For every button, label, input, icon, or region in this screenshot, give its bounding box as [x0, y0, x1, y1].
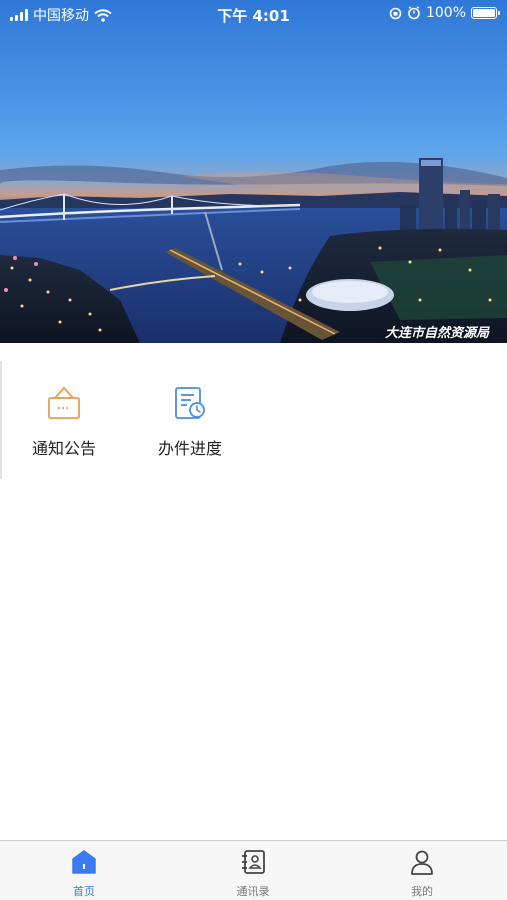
menu-item-notice[interactable]: 通知公告	[9, 385, 119, 459]
tab-bar: 首页 通讯录 我的	[0, 840, 507, 900]
tab-label-contacts: 通讯录	[236, 885, 270, 898]
progress-icon	[175, 387, 205, 419]
battery-percent: 100%	[425, 5, 466, 21]
menu-label-progress: 办件进度	[157, 439, 222, 458]
user-icon	[411, 850, 433, 875]
banner-image	[0, 0, 507, 343]
contacts-icon	[242, 850, 265, 874]
tab-label-home: 首页	[73, 885, 95, 898]
orientation-lock-icon	[389, 7, 402, 19]
tab-home[interactable]: 首页	[24, 848, 144, 899]
status-right: 100%	[389, 5, 500, 21]
banner-watermark: 大连市自然资源局	[384, 326, 489, 341]
menu-item-progress[interactable]: 办件进度	[135, 385, 245, 459]
notice-icon	[48, 387, 80, 419]
status-bar: 中国移动 下午 4:01 100%	[0, 0, 507, 28]
tab-label-mine: 我的	[411, 885, 433, 898]
menu-divider	[0, 361, 2, 479]
menu-grid: 通知公告 办件进度	[0, 361, 507, 481]
battery-icon	[471, 7, 500, 19]
home-icon	[72, 850, 96, 874]
tab-mine[interactable]: 我的	[362, 848, 482, 899]
menu-label-notice: 通知公告	[31, 439, 96, 458]
alarm-icon	[408, 6, 420, 20]
tab-contacts[interactable]: 通讯录	[193, 848, 313, 899]
